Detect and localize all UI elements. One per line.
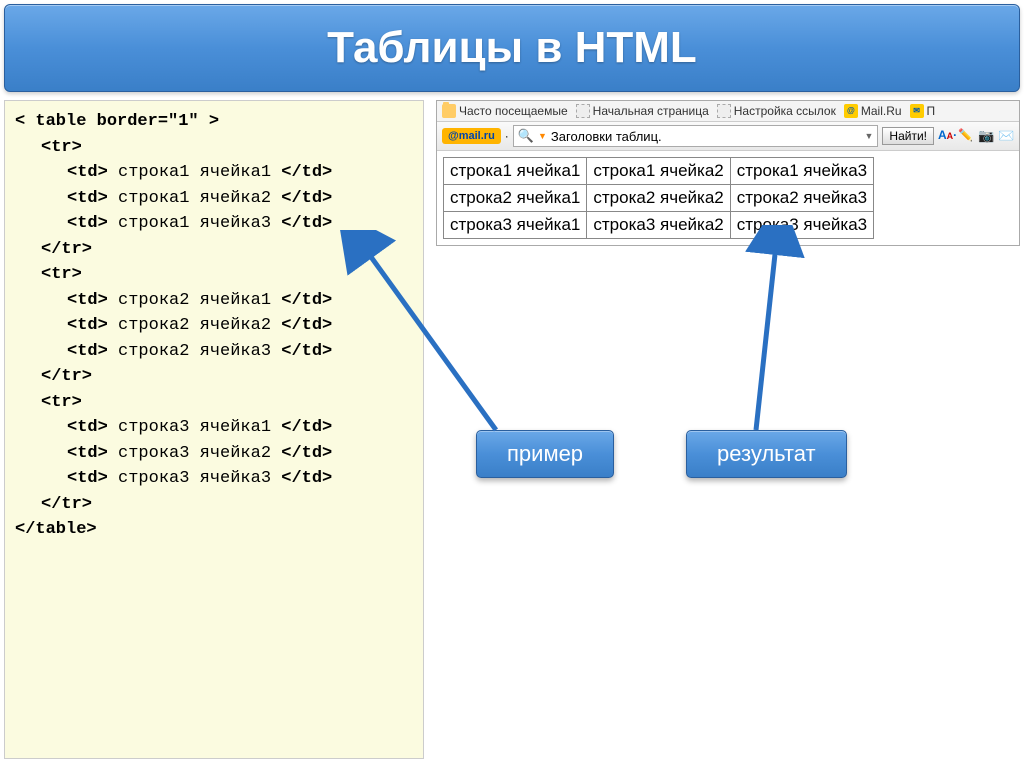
code-tag: </td>	[281, 469, 332, 488]
code-panel: < table border="1" > <tr> <td> строка1 я…	[4, 100, 424, 759]
code-tag: </table>	[15, 520, 97, 539]
camera-icon[interactable]: 📷	[978, 128, 994, 144]
bookmark-extra[interactable]: ✉ П	[910, 104, 936, 118]
result-panel: Часто посещаемые Начальная страница Наст…	[436, 100, 1020, 759]
code-text: строка3 ячейка1	[118, 418, 271, 437]
code-tag: <td>	[67, 291, 108, 310]
mail-icon: ✉	[910, 104, 924, 118]
code-tag: <tr>	[41, 393, 82, 412]
table-cell: строка3 ячейка1	[444, 212, 587, 239]
table-cell: строка1 ячейка1	[444, 158, 587, 185]
code-text: строка2 ячейка3	[118, 342, 271, 361]
code-text: строка2 ячейка2	[118, 316, 271, 335]
browser-window: Часто посещаемые Начальная страница Наст…	[436, 100, 1020, 246]
callout-result: результат	[686, 430, 847, 478]
code-text: строка3 ячейка3	[118, 469, 271, 488]
table-cell: строка2 ячейка3	[730, 185, 873, 212]
magnifier-icon: 🔍	[518, 128, 534, 144]
search-button[interactable]: Найти!	[882, 127, 934, 145]
table-cell: строка1 ячейка3	[730, 158, 873, 185]
code-tag: </td>	[281, 418, 332, 437]
highlight-icon[interactable]: ✏️	[958, 128, 974, 144]
result-table: строка1 ячейка1 строка1 ячейка2 строка1 …	[443, 157, 874, 239]
code-tag: <tr>	[41, 265, 82, 284]
callout-example: пример	[476, 430, 614, 478]
code-tag: <td>	[67, 469, 108, 488]
code-tag: <td>	[67, 316, 108, 335]
table-cell: строка1 ячейка2	[587, 158, 730, 185]
code-text: строка1 ячейка3	[118, 214, 271, 233]
search-value: Заголовки таблиц.	[551, 129, 662, 144]
bookmark-label: Настройка ссылок	[734, 104, 836, 118]
bookmark-start[interactable]: Начальная страница	[576, 104, 709, 118]
code-text: строка2 ячейка1	[118, 291, 271, 310]
code-tag: <td>	[67, 444, 108, 463]
code-tag: <tr>	[41, 138, 82, 157]
table-cell: строка3 ячейка3	[730, 212, 873, 239]
bookmark-label: Начальная страница	[593, 104, 709, 118]
table-cell: строка3 ячейка2	[587, 212, 730, 239]
bookmark-label: Часто посещаемые	[459, 104, 568, 118]
bookmark-links[interactable]: Настройка ссылок	[717, 104, 836, 118]
code-tag: <td>	[67, 214, 108, 233]
code-tag: </td>	[281, 163, 332, 182]
page-icon	[576, 104, 590, 118]
code-tag: </td>	[281, 444, 332, 463]
code-tag: <td>	[67, 189, 108, 208]
code-tag: < table border="1" >	[15, 112, 219, 131]
table-cell: строка2 ячейка2	[587, 185, 730, 212]
code-tag: <td>	[67, 342, 108, 361]
table-row: строка2 ячейка1 строка2 ячейка2 строка2 …	[444, 185, 874, 212]
code-tag: </td>	[281, 189, 332, 208]
code-text: строка1 ячейка2	[118, 189, 271, 208]
font-icon[interactable]: AA·	[938, 128, 954, 144]
arrow-result	[706, 225, 826, 445]
code-tag: </td>	[281, 214, 332, 233]
bookmark-mail[interactable]: @ Mail.Ru	[844, 104, 902, 118]
code-tag: <td>	[67, 418, 108, 437]
title-bar: Таблицы в HTML	[4, 4, 1020, 92]
code-tag: </tr>	[41, 240, 92, 259]
code-tag: </td>	[281, 291, 332, 310]
table-cell: строка2 ячейка1	[444, 185, 587, 212]
code-text: строка3 ячейка2	[118, 444, 271, 463]
mail-icon: @	[844, 104, 858, 118]
table-row: строка3 ячейка1 строка3 ячейка2 строка3 …	[444, 212, 874, 239]
code-tag: </td>	[281, 342, 332, 361]
slide-title: Таблицы в HTML	[327, 23, 697, 73]
search-bar: @mail.ru · 🔍 ▼ Заголовки таблиц. ▼ Найти…	[437, 122, 1019, 151]
separator: ·	[505, 129, 509, 143]
table-row: строка1 ячейка1 строка1 ячейка2 строка1 …	[444, 158, 874, 185]
search-input[interactable]: 🔍 ▼ Заголовки таблиц. ▼	[513, 125, 879, 147]
bookmark-frequent[interactable]: Часто посещаемые	[442, 104, 568, 118]
page-icon	[717, 104, 731, 118]
bookmark-label: Mail.Ru	[861, 104, 902, 118]
code-tag: </td>	[281, 316, 332, 335]
folder-icon	[442, 104, 456, 118]
code-text: строка1 ячейка1	[118, 163, 271, 182]
bookmark-bar: Часто посещаемые Начальная страница Наст…	[437, 101, 1019, 122]
code-tag: </tr>	[41, 367, 92, 386]
code-tag: </tr>	[41, 495, 92, 514]
content-area: < table border="1" > <tr> <td> строка1 я…	[0, 96, 1024, 763]
bookmark-label: П	[927, 104, 936, 118]
mail-logo[interactable]: @mail.ru	[442, 128, 501, 144]
code-tag: <td>	[67, 163, 108, 182]
envelope-icon[interactable]: ✉️	[998, 128, 1014, 144]
